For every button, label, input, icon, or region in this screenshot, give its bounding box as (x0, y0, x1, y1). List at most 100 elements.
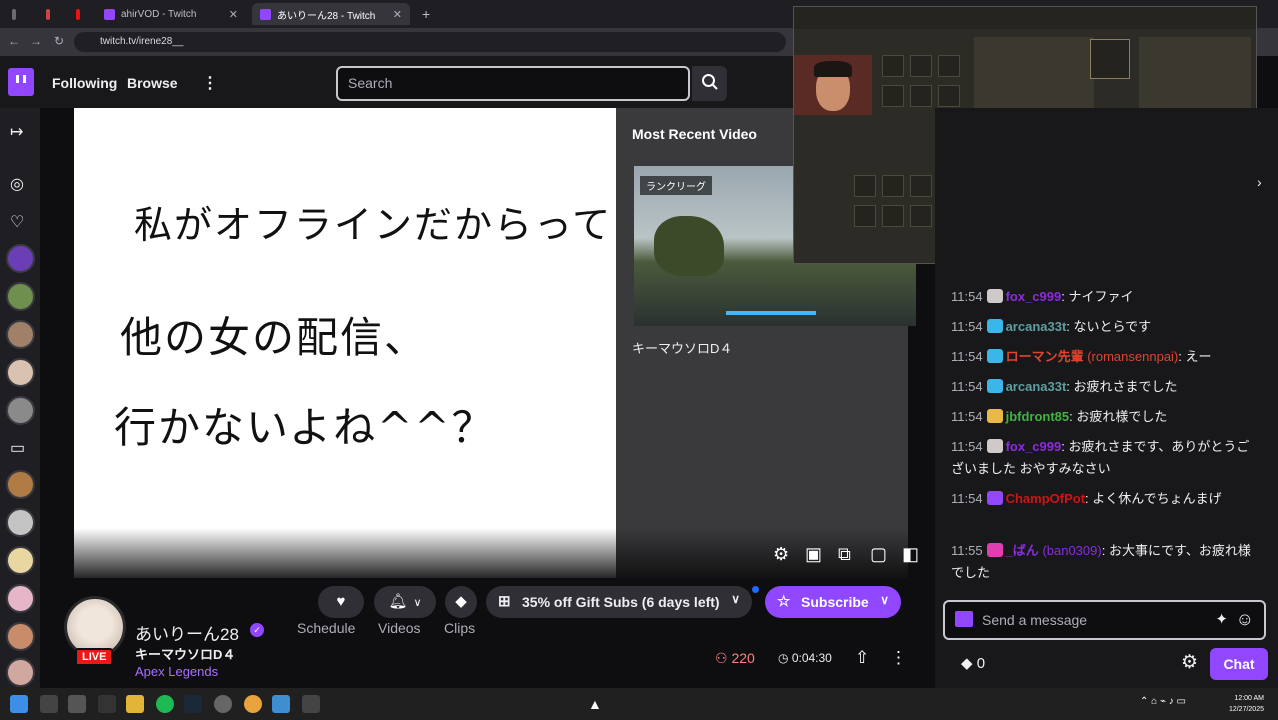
power-ups-icon[interactable]: ✦ (1215, 610, 1228, 628)
subscribe-button[interactable]: ☆ Subscribe ∨ (765, 586, 901, 618)
taskbar-app-icon[interactable] (40, 695, 58, 713)
channel-avatar[interactable] (6, 584, 35, 613)
steam-icon[interactable] (184, 695, 202, 713)
chat-settings-icon[interactable]: ⚙ (1181, 651, 1198, 674)
chat-timestamp: 11:54 (951, 439, 983, 454)
system-tray-icons[interactable]: ⌃ ⌂ ⌁ ♪ ▭ (1140, 696, 1186, 707)
chat-message: 11:54 arcana33t: お疲れさまでした (951, 376, 1251, 398)
channel-avatar[interactable] (6, 622, 35, 651)
chat-username[interactable]: arcana33t (1006, 319, 1067, 334)
crown-badge-icon (986, 319, 1003, 333)
chevron-down-icon: ∨ (880, 593, 889, 607)
spotify-icon[interactable] (156, 695, 174, 713)
tab-label: ahirVOD - Twitch (121, 8, 197, 20)
taskbar-app-icon[interactable] (68, 695, 86, 713)
taskbar-app-icon[interactable] (214, 695, 232, 713)
file-explorer-icon[interactable] (126, 695, 144, 713)
clip-icon[interactable]: ⧉ (838, 544, 851, 565)
nav-browse[interactable]: Browse (127, 75, 178, 91)
clock-date: 12/27/2025 (1228, 706, 1264, 713)
chat-username[interactable]: jbfdront85 (1006, 409, 1070, 424)
channel-avatar[interactable] (6, 358, 35, 387)
equip-slot (910, 175, 932, 197)
follow-button[interactable]: ♥ (318, 586, 364, 618)
theater-mode-icon[interactable]: ▢ (870, 544, 887, 565)
taskbar-app-icon[interactable] (302, 695, 320, 713)
recommended-icon[interactable]: ◎ (10, 174, 24, 194)
overlay-header (794, 7, 1256, 29)
search-button[interactable] (692, 66, 727, 101)
chat-timestamp: 11:54 (951, 319, 983, 334)
channel-avatar[interactable] (6, 282, 35, 311)
tab-icon-1[interactable] (4, 3, 24, 25)
tab-irene[interactable]: あいりーん28 - Twitch ✕ (252, 3, 410, 25)
fullscreen-icon[interactable]: ◧ (902, 544, 919, 565)
chat-login-name: (ban0309) (1042, 543, 1102, 558)
more-icon[interactable]: ⋮ (202, 73, 218, 93)
chat-username[interactable]: fox_c999 (1006, 289, 1062, 304)
settings-gear-icon[interactable]: ⚙ (773, 544, 789, 565)
url-field[interactable]: twitch.tv/irene28__ (74, 32, 786, 52)
search-icon (701, 74, 718, 90)
chrome-icon[interactable] (244, 695, 262, 713)
channel-points[interactable]: ◆ 0 (961, 654, 985, 672)
chat-username[interactable]: _ばん (1006, 543, 1039, 558)
equip-slot (938, 85, 960, 107)
forward-icon[interactable]: → (30, 34, 42, 48)
share-icon[interactable]: ⇧ (855, 648, 869, 668)
clips-icon: ◆ (455, 593, 467, 610)
search-input[interactable]: Search (336, 66, 690, 101)
most-recent-video-title[interactable]: キーマウソロD４ (632, 338, 732, 357)
new-tab-button[interactable]: + (414, 3, 434, 25)
close-icon[interactable]: ✕ (393, 8, 402, 21)
channel-name[interactable]: あいりーん28 (135, 620, 239, 645)
channel-avatar[interactable] (6, 658, 35, 687)
chat-send-button[interactable]: Chat (1210, 648, 1268, 680)
chat-text: : えー (1178, 349, 1212, 364)
channel-avatar[interactable] (6, 470, 35, 499)
taskbar-app-icon[interactable] (272, 695, 290, 713)
channel-avatar[interactable] (6, 396, 35, 425)
tab-icon-3[interactable] (68, 3, 88, 25)
reload-icon[interactable]: ↻ (54, 34, 64, 48)
chat-text: : お疲れさまでした (1066, 379, 1178, 394)
game-category-link[interactable]: Apex Legends (135, 664, 218, 679)
twitch-logo-icon[interactable] (8, 68, 34, 96)
chat-text: : お疲れ様でした (1069, 409, 1168, 424)
notifications-button[interactable]: 🔔︎ ∨ (374, 586, 436, 618)
channel-avatar[interactable] (6, 320, 35, 349)
back-icon[interactable]: ← (8, 34, 20, 48)
chat-username[interactable]: arcana33t (1006, 379, 1067, 394)
chat-timestamp: 11:54 (951, 491, 983, 506)
start-icon[interactable] (10, 695, 28, 713)
clips-button[interactable]: ◆ (445, 586, 477, 618)
chat-input[interactable]: Send a message ✦ ☺ (943, 600, 1266, 640)
heart-icon[interactable]: ♡ (10, 212, 24, 232)
chat-identity-icon[interactable] (955, 611, 973, 627)
taskbar-app-icon[interactable] (98, 695, 116, 713)
clips-label[interactable]: Clips (444, 620, 475, 636)
video-camera-icon[interactable]: ▭ (10, 438, 25, 458)
chat-username[interactable]: ChampOfPot (1006, 491, 1085, 506)
schedule-label[interactable]: Schedule (297, 620, 355, 636)
tab-icon-2[interactable] (38, 3, 58, 25)
live-badge: LIVE (75, 648, 114, 666)
expand-sidebar-icon[interactable]: ↦ (10, 122, 23, 142)
chat-username[interactable]: fox_c999 (1006, 439, 1062, 454)
channel-avatar[interactable] (6, 546, 35, 575)
more-icon[interactable]: ⋮ (890, 648, 907, 668)
close-icon[interactable]: ✕ (229, 8, 238, 21)
rank-league-badge: ランクリーグ (640, 176, 712, 195)
equip-slot (938, 55, 960, 77)
nav-following[interactable]: Following (52, 75, 117, 91)
system-clock[interactable]: 12:00 AM 12/27/2025 (1229, 693, 1264, 715)
cast-icon[interactable]: ▣ (805, 544, 822, 565)
videos-label[interactable]: Videos (378, 620, 421, 636)
chat-username[interactable]: ローマン先輩 (1006, 349, 1084, 364)
gift-subs-button[interactable]: ⊞ 35% off Gift Subs (6 days left) ∨ (486, 586, 752, 618)
chevron-right-icon[interactable]: › (1257, 174, 1262, 190)
tab-ahirvod[interactable]: ahirVOD - Twitch ✕ (96, 3, 246, 25)
channel-avatar[interactable] (6, 508, 35, 537)
emote-picker-icon[interactable]: ☺ (1236, 609, 1254, 630)
channel-avatar[interactable] (6, 244, 35, 273)
